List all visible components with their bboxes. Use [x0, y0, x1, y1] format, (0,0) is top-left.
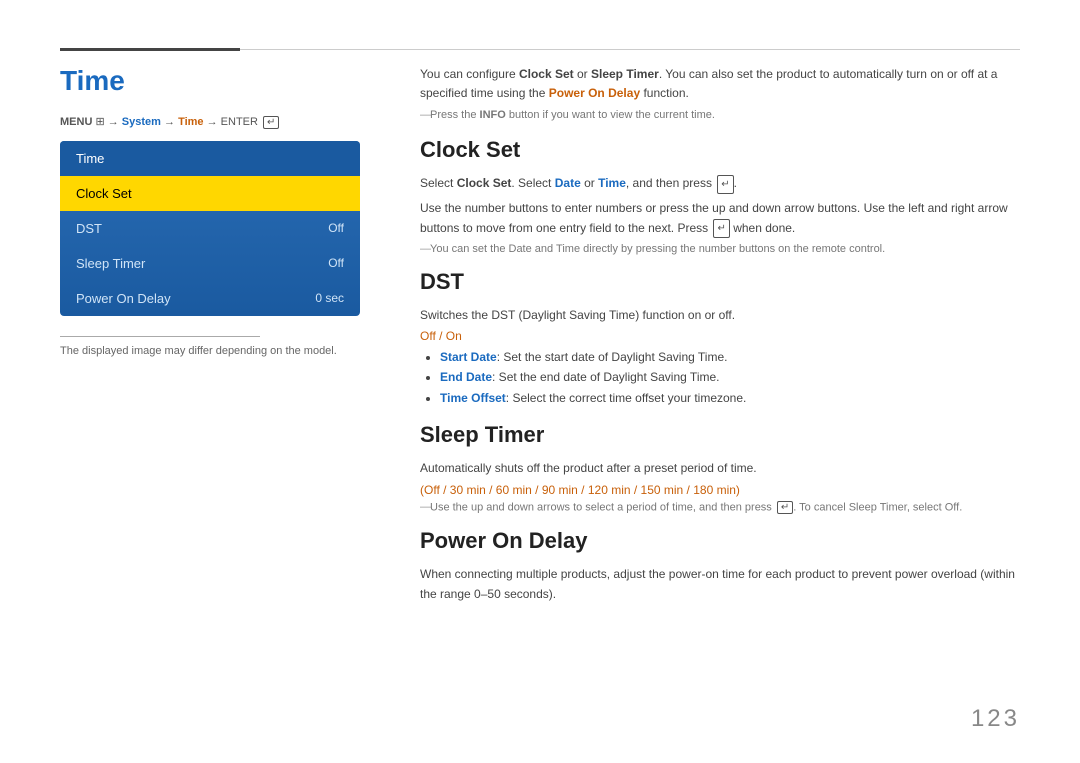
- dst-options: Off / On: [420, 329, 1020, 343]
- left-divider: [60, 336, 260, 337]
- sleeptimer-options: (Off / 30 min / 60 min / 90 min / 120 mi…: [420, 483, 1020, 497]
- menu-item-dst-value: Off: [328, 221, 344, 235]
- intro-note: Press the INFO button if you want to vie…: [420, 109, 1020, 121]
- powerondelay-body1: When connecting multiple products, adjus…: [420, 564, 1020, 605]
- page-title: Time: [60, 65, 370, 97]
- menu-panel: Time Clock Set DST Off Sleep Timer Off P…: [60, 141, 360, 316]
- right-column: You can configure Clock Set or Sleep Tim…: [420, 65, 1020, 608]
- sleeptimer-note: Use the up and down arrows to select a p…: [420, 501, 1020, 514]
- menu-path-separator2: →: [164, 116, 178, 128]
- dst-bullet-startdate: Start Date: Set the start date of Daylig…: [440, 347, 1020, 367]
- menu-path: MENU ⊞ → System → Time → ENTER ↵: [60, 115, 370, 129]
- menu-panel-header: Time: [60, 141, 360, 176]
- menu-item-clockset[interactable]: Clock Set: [60, 176, 360, 211]
- sleeptimer-body1: Automatically shuts off the product afte…: [420, 458, 1020, 478]
- menu-path-separator1: ⊞ →: [95, 116, 121, 128]
- dst-bullet-enddate: End Date: Set the end date of Daylight S…: [440, 367, 1020, 387]
- dst-bullets: Start Date: Set the start date of Daylig…: [420, 347, 1020, 408]
- dst-bullet-timeoffset: Time Offset: Select the correct time off…: [440, 388, 1020, 408]
- menu-item-sleeptimer-label: Sleep Timer: [76, 256, 145, 271]
- section-title-sleeptimer: Sleep Timer: [420, 422, 1020, 448]
- enter-icon: ↵: [263, 116, 279, 129]
- top-bar: [60, 48, 1020, 51]
- top-bar-line: [240, 49, 1020, 50]
- clockset-body2: Use the number buttons to enter numbers …: [420, 198, 1020, 239]
- dst-body1: Switches the DST (Daylight Saving Time) …: [420, 305, 1020, 325]
- menu-path-system: System: [122, 116, 161, 128]
- menu-item-clockset-label: Clock Set: [76, 186, 132, 201]
- clockset-subnote: You can set the Date and Time directly b…: [420, 243, 1020, 255]
- menu-item-sleeptimer-value: Off: [328, 256, 344, 270]
- menu-item-dst-label: DST: [76, 221, 102, 236]
- top-bar-accent: [60, 48, 240, 51]
- menu-item-powerondelay-label: Power On Delay: [76, 291, 171, 306]
- left-note: The displayed image may differ depending…: [60, 345, 370, 357]
- menu-item-sleeptimer[interactable]: Sleep Timer Off: [60, 246, 360, 281]
- section-title-powerondelay: Power On Delay: [420, 528, 1020, 554]
- page-number: 123: [971, 705, 1020, 733]
- menu-item-powerondelay[interactable]: Power On Delay 0 sec: [60, 281, 360, 316]
- menu-path-time: Time: [178, 116, 203, 128]
- intro-paragraph: You can configure Clock Set or Sleep Tim…: [420, 65, 1020, 103]
- left-column: Time MENU ⊞ → System → Time → ENTER ↵ Ti…: [60, 65, 370, 357]
- section-title-dst: DST: [420, 269, 1020, 295]
- section-title-clockset: Clock Set: [420, 137, 1020, 163]
- menu-path-separator3: → ENTER: [207, 116, 261, 128]
- menu-item-powerondelay-value: 0 sec: [315, 291, 344, 305]
- clockset-body1: Select Clock Set. Select Date or Time, a…: [420, 173, 1020, 193]
- menu-path-menu: MENU: [60, 116, 92, 128]
- menu-item-dst[interactable]: DST Off: [60, 211, 360, 246]
